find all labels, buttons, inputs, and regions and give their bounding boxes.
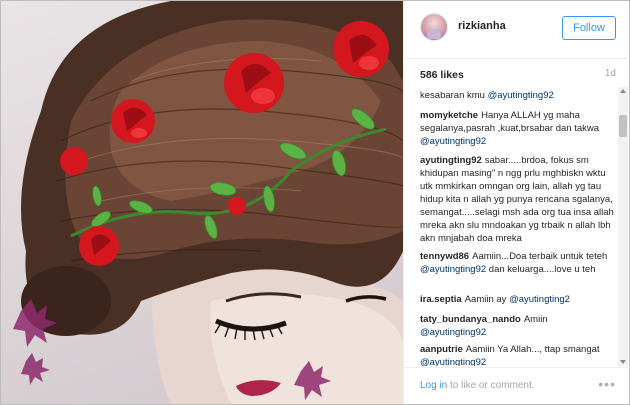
post-sidebar: rizkianha Follow 586 likes 1d kesabaran … <box>403 1 630 404</box>
comment-username[interactable]: taty_bundanya_nando <box>420 314 521 325</box>
photo-illustration <box>13 1 403 404</box>
comment-text: sabar.....brdoa, fokus sm khidupan masin… <box>420 155 614 244</box>
comment-username[interactable]: aanputrie <box>420 344 463 355</box>
comment-username[interactable]: ira.septia <box>420 294 462 305</box>
mention-link[interactable]: @ayutingting2 <box>509 294 570 305</box>
login-prompt: Log in to like or comment. <box>420 380 535 391</box>
login-prompt-text: to like or comment. <box>447 380 535 391</box>
comment-username[interactable]: ayutingting92 <box>420 155 482 166</box>
comment-text-tail: dan keluarga....love u teh <box>486 264 596 275</box>
likes-row: 586 likes 1d <box>404 59 630 87</box>
comment-scrollbar[interactable] <box>618 87 628 366</box>
mention-link[interactable]: @ayutingting92 <box>420 136 486 147</box>
mention-link[interactable]: @ayutingting92 <box>420 264 486 275</box>
comment-text: Aamiin ay <box>464 294 510 305</box>
scroll-up-icon[interactable] <box>619 87 627 95</box>
comment-list[interactable]: kesabaran kmu @ayutingting92 momyketche H… <box>404 87 618 366</box>
comment-text: kesabaran kmu <box>420 90 488 101</box>
scroll-thumb[interactable] <box>619 115 627 137</box>
comment-text: Amiin <box>523 314 548 325</box>
list-item: taty_bundanya_nando Amiin @ayutingting92 <box>420 313 614 339</box>
post-age[interactable]: 1d <box>605 68 616 79</box>
list-item: ira.septia Aamiin ay @ayutingting2 <box>420 293 614 306</box>
post-header: rizkianha Follow <box>404 1 630 59</box>
comment-username[interactable]: momyketche <box>420 110 478 121</box>
avatar[interactable] <box>420 13 448 41</box>
list-item: aanputrie Aamiin Ya Allah..., ttap smanga… <box>420 343 614 366</box>
login-link[interactable]: Log in <box>420 380 447 391</box>
scroll-down-icon[interactable] <box>619 358 627 366</box>
comment-text: Aamiin Ya Allah..., ttap smangat <box>465 344 600 355</box>
mention-link[interactable]: @ayutingting92 <box>488 90 554 101</box>
likes-count[interactable]: 586 likes <box>420 69 464 81</box>
comment-username[interactable]: tennywd86 <box>420 251 469 262</box>
mention-link[interactable]: @ayutingting92 <box>420 357 486 366</box>
comment-text: Aamiin...Doa terbaik untuk teteh <box>472 251 608 262</box>
list-item: tennywd86 Aamiin...Doa terbaik untuk tete… <box>420 250 614 276</box>
ellipsis-icon[interactable]: ••• <box>598 376 616 392</box>
mention-link[interactable]: @ayutingting92 <box>420 327 486 338</box>
list-item: kesabaran kmu @ayutingting92 <box>420 89 614 102</box>
post-photo[interactable] <box>1 1 403 404</box>
list-item: ayutingting92 sabar.....brdoa, fokus sm k… <box>420 154 614 245</box>
list-item: momyketche Hanya ALLAH yg maha segalanya,… <box>420 109 614 148</box>
follow-button[interactable]: Follow <box>562 16 616 40</box>
post-footer: Log in to like or comment. ••• <box>404 367 630 404</box>
username-link[interactable]: rizkianha <box>458 20 506 32</box>
